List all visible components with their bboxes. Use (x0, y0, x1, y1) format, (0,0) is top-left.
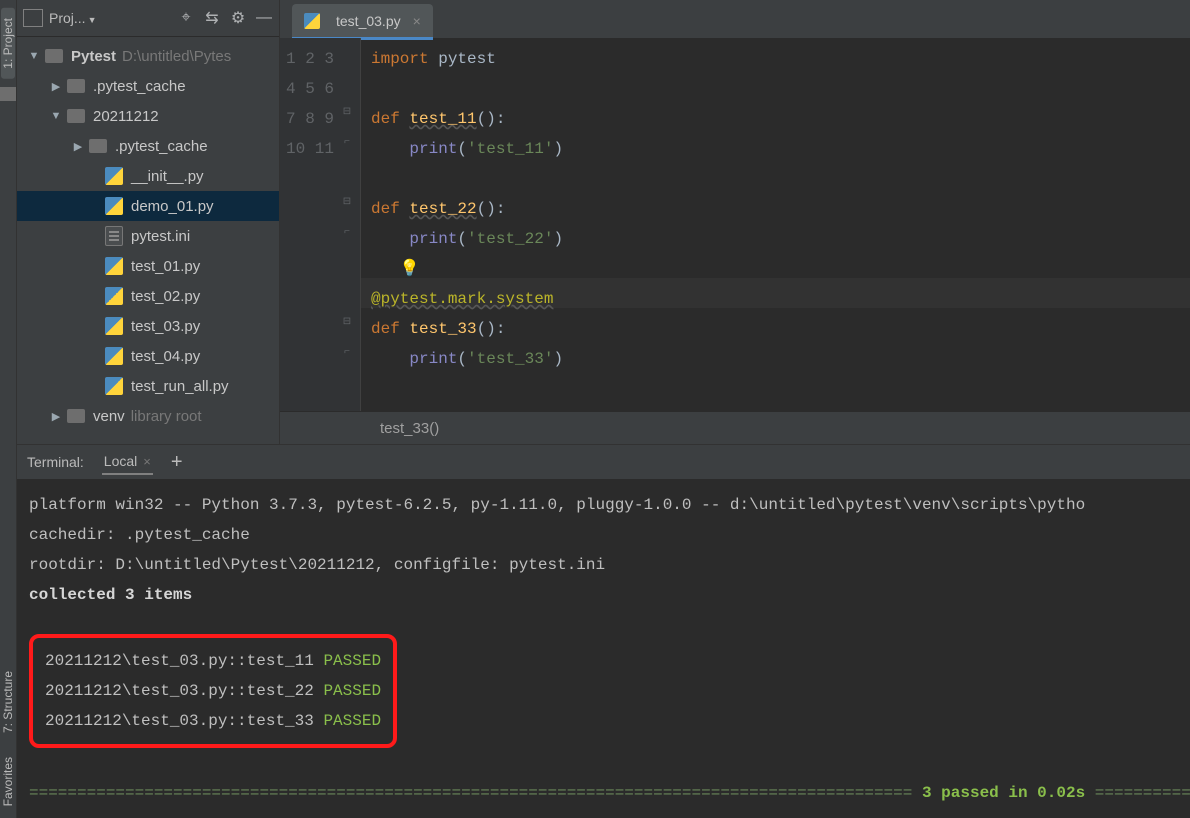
breadcrumb[interactable]: test_33() (280, 411, 1190, 444)
folder-icon (67, 409, 85, 423)
tree-label: Pytest (71, 48, 116, 65)
project-scope-icon (23, 9, 43, 27)
editor-tab[interactable]: test_03.py × (292, 4, 433, 38)
python-file-icon (105, 347, 123, 365)
tree-label: .pytest_cache (93, 78, 186, 95)
python-file-icon (105, 317, 123, 335)
python-file-icon (105, 197, 123, 215)
tree-label: pytest.ini (131, 228, 190, 245)
expand-icon[interactable]: ⇆ (203, 9, 221, 27)
folder-icon (67, 109, 85, 123)
fold-end-icon[interactable]: ⌐ (342, 138, 352, 148)
tool-tab-bar: 1: Project 7: Structure Favorites (0, 0, 17, 818)
code-area[interactable]: 1 2 3 4 5 6 7 8 9 10 11 ⊟ ⌐ ⊟ ⌐ ⊟ ⌐ impo… (280, 38, 1190, 411)
chevron-down-icon[interactable]: ▼ (45, 110, 67, 122)
chevron-right-icon[interactable]: ▶ (45, 410, 67, 423)
collapse-icon[interactable]: — (255, 9, 273, 27)
terminal-title: Terminal: (27, 454, 84, 470)
editor-tab-label: test_03.py (336, 13, 401, 29)
python-file-icon (105, 377, 123, 395)
bulb-icon[interactable]: 💡 (400, 260, 420, 278)
tree-label: __init__.py (131, 168, 204, 185)
tool-tab-icon[interactable] (0, 87, 16, 101)
chevron-right-icon[interactable]: ▶ (45, 80, 67, 93)
tool-tab-project[interactable]: 1: Project (1, 8, 15, 79)
terminal-tab[interactable]: Local × (102, 449, 153, 475)
terminal-output[interactable]: platform win32 -- Python 3.7.3, pytest-6… (17, 480, 1190, 818)
tree-folder[interactable]: ▶ venv library root (17, 401, 279, 431)
chevron-down-icon[interactable]: ▼ (23, 50, 45, 62)
tool-tab-structure[interactable]: 7: Structure (1, 661, 15, 743)
tree-file[interactable]: test_run_all.py (17, 371, 279, 401)
tree-folder[interactable]: ▼ 20211212 (17, 101, 279, 131)
tree-label: test_03.py (131, 318, 200, 335)
tree-file[interactable]: test_04.py (17, 341, 279, 371)
fold-end-icon[interactable]: ⌐ (342, 228, 352, 238)
fold-end-icon[interactable]: ⌐ (342, 348, 352, 358)
python-file-icon (304, 13, 320, 29)
tool-tab-favorites[interactable]: Favorites (1, 747, 15, 816)
tree-hint: D:\untitled\Pytes (122, 48, 231, 65)
folder-icon (89, 139, 107, 153)
tree-file[interactable]: __init__.py (17, 161, 279, 191)
code-text[interactable]: import pytest def test_11(): print('test… (360, 38, 1190, 411)
python-file-icon (105, 167, 123, 185)
folder-icon (45, 49, 63, 63)
add-terminal-button[interactable]: + (171, 451, 183, 474)
python-file-icon (105, 257, 123, 275)
ini-file-icon (105, 226, 123, 246)
tree-label: test_run_all.py (131, 378, 229, 395)
editor-tab-bar: test_03.py × (280, 0, 1190, 38)
terminal-panel: Terminal: Local × + platform win32 -- Py… (17, 445, 1190, 818)
chevron-right-icon[interactable]: ▶ (67, 140, 89, 153)
project-panel-header: Proj...▼ ⌖ ⇆ ⚙ — (17, 0, 279, 37)
tree-label: test_04.py (131, 348, 200, 365)
tree-label: demo_01.py (131, 198, 214, 215)
tree-label: test_02.py (131, 288, 200, 305)
tree-label: 20211212 (93, 108, 159, 125)
terminal-tab-label: Local (104, 453, 137, 469)
fold-icon[interactable]: ⊟ (342, 108, 352, 118)
close-icon[interactable]: × (409, 13, 421, 29)
tree-label: test_01.py (131, 258, 200, 275)
highlight-box: 20211212\test_03.py::test_11 PASSED 2021… (29, 634, 397, 748)
folder-icon (67, 79, 85, 93)
tree-label: .pytest_cache (115, 138, 208, 155)
terminal-header: Terminal: Local × + (17, 445, 1190, 480)
close-icon[interactable]: × (143, 454, 151, 469)
tree-hint: library root (131, 408, 202, 425)
tree-folder[interactable]: ▶ .pytest_cache (17, 131, 279, 161)
fold-icon[interactable]: ⊟ (342, 198, 352, 208)
tree-root[interactable]: ▼ Pytest D:\untitled\Pytes (17, 41, 279, 71)
settings-icon[interactable]: ⚙ (229, 9, 247, 27)
project-panel: Proj...▼ ⌖ ⇆ ⚙ — ▼ Pytest D:\untitled\Py… (17, 0, 280, 444)
tree-file-selected[interactable]: demo_01.py (17, 191, 279, 221)
fold-icon[interactable]: ⊟ (342, 318, 352, 328)
python-file-icon (105, 287, 123, 305)
project-tree[interactable]: ▼ Pytest D:\untitled\Pytes ▶ .pytest_cac… (17, 37, 279, 444)
tree-file[interactable]: test_01.py (17, 251, 279, 281)
gutter: 1 2 3 4 5 6 7 8 9 10 11 ⊟ ⌐ ⊟ ⌐ ⊟ ⌐ (280, 38, 360, 411)
tree-folder[interactable]: ▶ .pytest_cache (17, 71, 279, 101)
project-scope-label[interactable]: Proj...▼ (49, 10, 169, 26)
tree-label: venv (93, 408, 125, 425)
editor: test_03.py × 1 2 3 4 5 6 7 8 9 10 11 ⊟ ⌐… (280, 0, 1190, 444)
tree-file[interactable]: pytest.ini (17, 221, 279, 251)
tree-file[interactable]: test_02.py (17, 281, 279, 311)
locate-icon[interactable]: ⌖ (177, 9, 195, 27)
tree-file[interactable]: test_03.py (17, 311, 279, 341)
